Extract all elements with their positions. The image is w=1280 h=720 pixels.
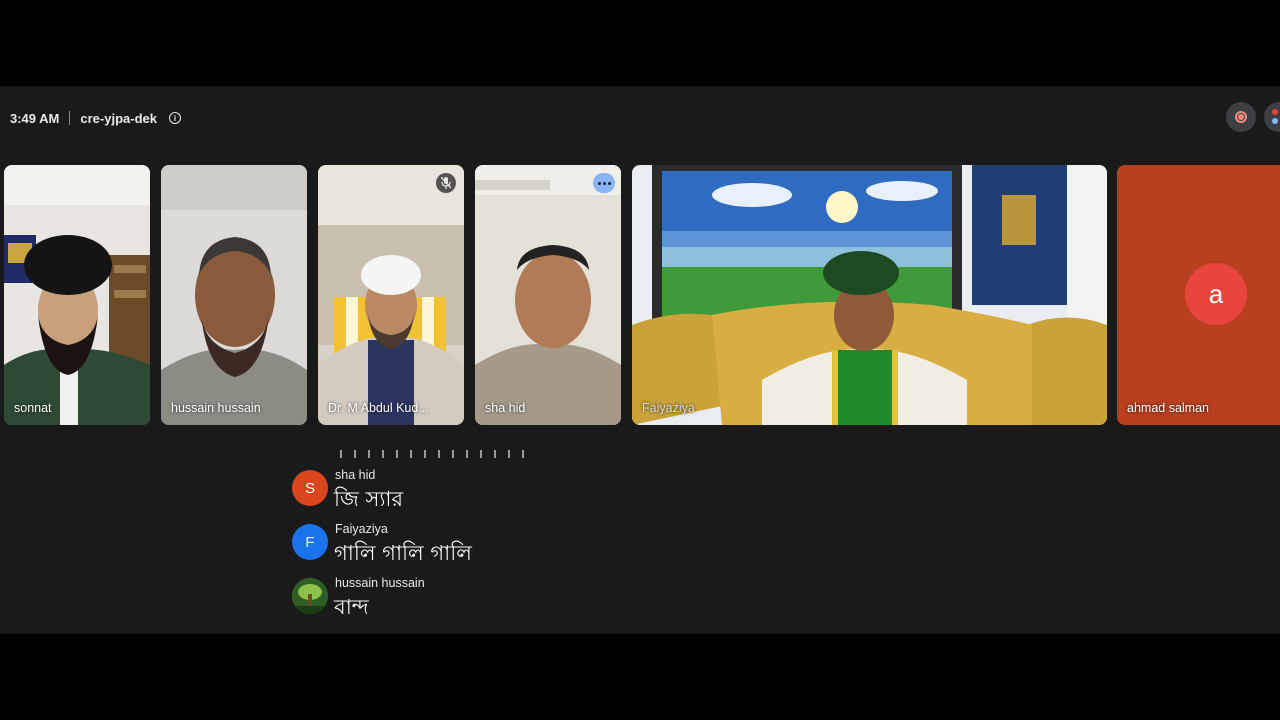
- avatar: F: [292, 524, 328, 560]
- divider: [69, 111, 71, 125]
- participant-name: Dr. M Abdul Kud...: [328, 401, 429, 415]
- video-feed: [4, 165, 150, 425]
- avatar: [292, 578, 328, 614]
- meeting-details-bar: 3:49 AM cre-yjpa-dek i: [10, 108, 181, 128]
- meeting-code: cre-yjpa-dek: [80, 110, 157, 126]
- recording-indicator-button[interactable]: [1226, 102, 1256, 132]
- avatar: a: [1185, 263, 1247, 325]
- mic-off-icon: [436, 173, 456, 193]
- participant-tile-faiyaziya[interactable]: Faiyaziya: [632, 165, 1107, 425]
- participant-tile-ahmad-salman[interactable]: a ahmad salman: [1117, 165, 1280, 425]
- more-options-icon[interactable]: [593, 173, 615, 193]
- caption-sender: sha hid: [335, 468, 376, 482]
- caption-text: বান্দ: [334, 595, 369, 619]
- letterbox-top: [0, 0, 1280, 86]
- participant-tile-sonnat[interactable]: sonnat: [4, 165, 150, 425]
- avatar: S: [292, 470, 328, 506]
- video-feed: [318, 165, 464, 425]
- caption-text: জি স্যার: [334, 487, 404, 511]
- participant-tile-sha-hid[interactable]: sha hid: [475, 165, 621, 425]
- video-feed: [161, 165, 307, 425]
- info-icon[interactable]: i: [168, 112, 181, 124]
- participant-name: hussain hussain: [171, 401, 261, 415]
- recording-icon: [1235, 111, 1247, 123]
- participant-name: sha hid: [485, 401, 526, 415]
- participant-name: sonnat: [14, 401, 52, 415]
- video-feed: [475, 165, 621, 425]
- participant-name: ahmad salman: [1127, 401, 1209, 415]
- meeting-time: 3:49 AM: [10, 110, 60, 126]
- activities-button[interactable]: [1264, 102, 1280, 132]
- video-feed: [632, 165, 1107, 425]
- meet-window: 3:49 AM cre-yjpa-dek i sonnat hussain hu…: [0, 86, 1280, 634]
- caption-text: গালি গালি গালি: [334, 541, 472, 565]
- captions-panel: S sha hid জি স্যার F Faiyaziya গালি গালি…: [292, 446, 772, 634]
- participant-name: Faiyaziya: [642, 401, 695, 415]
- participant-tile-hussain-hussain[interactable]: hussain hussain: [161, 165, 307, 425]
- previous-caption-fragment: [340, 450, 530, 458]
- caption-sender: Faiyaziya: [335, 522, 388, 536]
- letterbox-bottom: [0, 634, 1280, 720]
- caption-sender: hussain hussain: [335, 576, 425, 590]
- participant-tile-dr-m-abdul[interactable]: Dr. M Abdul Kud...: [318, 165, 464, 425]
